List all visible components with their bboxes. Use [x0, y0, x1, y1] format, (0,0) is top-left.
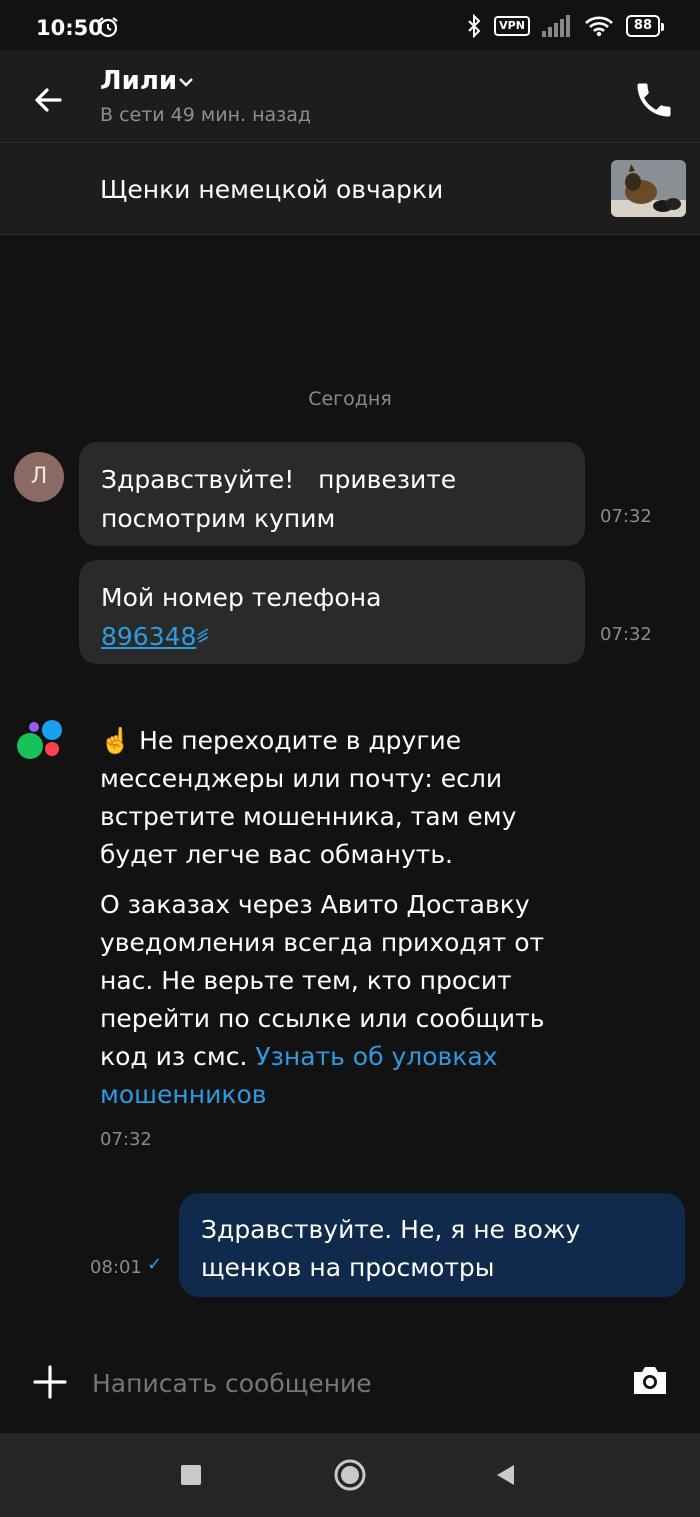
incoming-message[interactable]: Здравствуйте! привезите посмотрим купим	[79, 442, 585, 546]
message-time: 08:01	[90, 1257, 142, 1278]
call-button[interactable]	[632, 78, 676, 122]
recents-button[interactable]	[180, 1464, 202, 1486]
message-text: Мой номер телефона	[101, 583, 382, 612]
message-composer	[0, 1346, 700, 1432]
listing-bar[interactable]: Щенки немецкой овчарки	[0, 143, 700, 235]
listing-title[interactable]: Щенки немецкой овчарки	[100, 175, 443, 204]
alarm-icon	[98, 17, 118, 38]
message-time: 07:32	[600, 506, 652, 527]
system-message: ☝️ Не переходите в другие мессенджеры ил…	[100, 722, 560, 1126]
message-text: Здравствуйте! привезите	[101, 465, 457, 494]
avito-logo-icon	[17, 720, 62, 759]
pointing-up-emoji: ☝️	[100, 726, 132, 755]
contact-status: В сети 49 мин. назад	[100, 104, 312, 126]
chevron-down-icon[interactable]	[178, 76, 194, 88]
avatar[interactable]: Л	[14, 452, 64, 502]
battery-indicator: 88	[625, 15, 665, 37]
system-warning-text: Не переходите в другие мессенджеры или п…	[100, 726, 517, 869]
status-time: 10:50	[36, 16, 103, 40]
outgoing-message[interactable]: Здравствуйте. Не, я не вожу щенков на пр…	[179, 1193, 685, 1297]
message-time: 07:32	[100, 1129, 152, 1150]
home-button[interactable]	[333, 1458, 367, 1492]
date-separator: Сегодня	[308, 388, 392, 410]
back-nav-button[interactable]	[494, 1463, 518, 1487]
vpn-badge: VPN	[494, 16, 530, 36]
attach-button[interactable]	[30, 1362, 70, 1402]
system-nav-bar	[0, 1433, 700, 1517]
listing-thumbnail[interactable]	[611, 160, 686, 217]
status-bar: 10:50 VPN 88	[0, 0, 700, 50]
message-time: 07:32	[600, 624, 652, 645]
wifi-icon	[585, 16, 613, 37]
back-button[interactable]	[28, 80, 68, 120]
read-check-icon: ✓	[147, 1254, 163, 1275]
message-input[interactable]	[90, 1360, 594, 1406]
status-icons: VPN 88	[466, 14, 665, 38]
redacted-scribble-icon	[197, 628, 209, 643]
bluetooth-icon	[468, 14, 481, 38]
phone-link[interactable]: 896348	[101, 622, 196, 651]
chat-header: Лили В сети 49 мин. назад	[0, 50, 700, 143]
camera-button[interactable]	[630, 1360, 670, 1400]
signal-icon	[541, 15, 570, 37]
message-text: Здравствуйте. Не, я не вожу щенков на пр…	[201, 1215, 581, 1282]
message-text: посмотрим купим	[101, 504, 336, 533]
contact-name[interactable]: Лили	[100, 66, 177, 96]
incoming-message[interactable]: Мой номер телефона 896348	[79, 560, 585, 664]
